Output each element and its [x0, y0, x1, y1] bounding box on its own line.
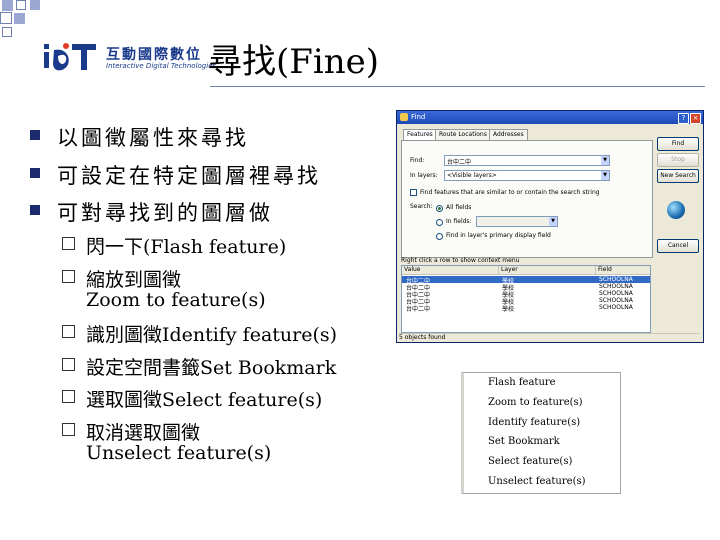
- all-fields-radio[interactable]: [436, 205, 443, 212]
- column-header[interactable]: Value: [402, 266, 499, 275]
- tab-features[interactable]: Features: [403, 129, 437, 140]
- tab-route-locations[interactable]: Route Locations: [435, 129, 491, 140]
- table-row[interactable]: 台中二中 學校 SCHOOLNA: [402, 283, 650, 292]
- in-fields-radio[interactable]: [436, 219, 443, 226]
- menu-item-set-bookmark[interactable]: Set Bookmark: [488, 436, 560, 447]
- slide-title: 尋找(Fine): [208, 42, 380, 82]
- globe-icon: [667, 201, 685, 219]
- context-menu: Flash feature Zoom to feature(s) Identif…: [461, 372, 621, 494]
- sub-bullet-continuation: Zoom to feature(s): [86, 289, 266, 311]
- title-rule: [210, 86, 705, 87]
- results-table: Value Layer Field 台中二中 學校 SCHOOLNA 台中二中 …: [401, 265, 651, 333]
- find-window-icon: [400, 113, 408, 121]
- bullet-box-icon: [62, 325, 75, 338]
- chevron-down-icon[interactable]: ▼: [601, 171, 609, 180]
- bullet-square-icon: [30, 130, 40, 140]
- chevron-down-icon[interactable]: ▼: [549, 217, 557, 226]
- bullet-box-icon: [62, 423, 75, 436]
- logo-chinese-text: 互動國際數位: [106, 47, 202, 63]
- find-dialog: Find ? × Features Route Locations Addres…: [396, 110, 704, 343]
- help-icon[interactable]: ?: [678, 113, 689, 124]
- menu-item-unselect-feature[interactable]: Unselect feature(s): [488, 476, 586, 487]
- column-header[interactable]: Layer: [499, 266, 596, 275]
- in-layers-label: In layers:: [410, 172, 438, 179]
- tab-addresses[interactable]: Addresses: [489, 129, 528, 140]
- close-icon[interactable]: ×: [690, 113, 701, 124]
- in-fields-combo[interactable]: ▼: [476, 216, 558, 227]
- similar-checkbox[interactable]: [410, 189, 417, 196]
- find-button[interactable]: Find: [657, 137, 699, 151]
- results-hint: Right click a row to show context menu: [401, 257, 520, 264]
- bullet-square-icon: [30, 205, 40, 215]
- dialog-title-bar[interactable]: Find ? ×: [397, 111, 703, 124]
- in-fields-label: In fields:: [446, 218, 472, 225]
- find-label: Find:: [410, 157, 425, 164]
- stop-button[interactable]: Stop: [657, 153, 699, 167]
- table-row[interactable]: 台中二中 學校 SCHOOLNA: [402, 276, 650, 285]
- new-search-button[interactable]: New Search: [657, 169, 699, 183]
- primary-field-label: Find in layer's primary display field: [446, 232, 551, 239]
- bullet-box-icon: [62, 237, 75, 250]
- menu-item-flash-feature[interactable]: Flash feature: [488, 377, 556, 388]
- menu-item-select-feature[interactable]: Select feature(s): [488, 456, 572, 467]
- similar-checkbox-label: Find features that are similar to or con…: [420, 189, 600, 196]
- chevron-down-icon[interactable]: ▼: [601, 156, 609, 165]
- bullet-square-icon: [30, 168, 40, 178]
- logo-english-text: Interactive Digital Technologies: [106, 62, 217, 70]
- menu-item-identify-feature[interactable]: Identify feature(s): [488, 417, 580, 428]
- features-panel: Find: 台中二中 ▼ In layers: <Visible layers>…: [401, 140, 653, 258]
- in-layers-combo[interactable]: <Visible layers> ▼: [444, 170, 610, 181]
- dialog-title: Find: [411, 113, 426, 121]
- primary-field-radio[interactable]: [436, 233, 443, 240]
- column-header[interactable]: Field: [596, 266, 650, 275]
- sub-bullet-continuation: Unselect feature(s): [86, 442, 272, 464]
- bullet-box-icon: [62, 270, 75, 283]
- table-row[interactable]: 台中二中 學校 SCHOOLNA: [402, 304, 650, 313]
- all-fields-label: All fields: [446, 204, 472, 211]
- menu-item-zoom-to-feature[interactable]: Zoom to feature(s): [488, 397, 583, 408]
- status-bar: 5 objects found: [399, 333, 699, 341]
- table-row[interactable]: 台中二中 學校 SCHOOLNA: [402, 297, 650, 306]
- bullet-box-icon: [62, 358, 75, 371]
- find-combo[interactable]: 台中二中 ▼: [444, 155, 610, 166]
- search-label: Search:: [410, 203, 433, 210]
- company-logo-icon: [44, 43, 96, 71]
- bullet-box-icon: [62, 390, 75, 403]
- cancel-button[interactable]: Cancel: [657, 239, 699, 253]
- table-row[interactable]: 台中二中 學校 SCHOOLNA: [402, 290, 650, 299]
